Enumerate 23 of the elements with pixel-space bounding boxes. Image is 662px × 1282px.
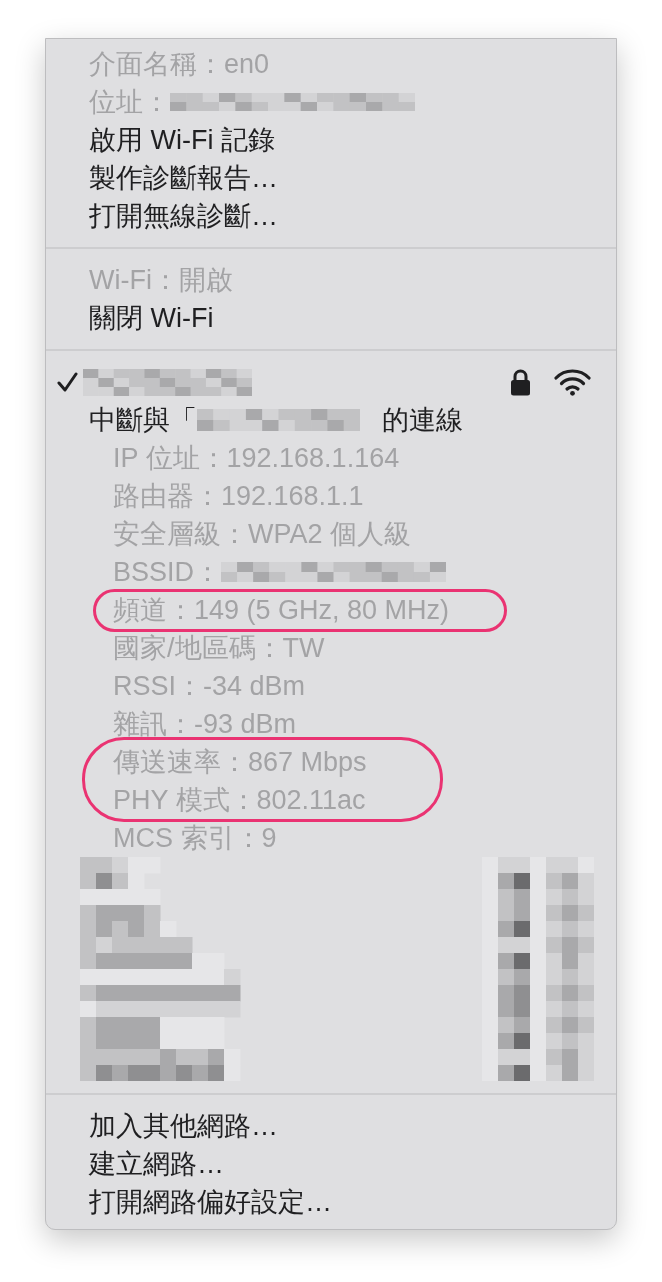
menu-info-text: RSSI：-34 dBm [113,672,306,700]
menu-info-text: MCS 索引：9 [113,824,277,852]
menu-item[interactable]: 製作診斷報告… [89,164,278,192]
menu-item[interactable]: 建立網路… [89,1150,224,1178]
menu-info-text: 頻道：149 (5 GHz, 80 MHz) [113,596,450,624]
menu-info-text: 位址： [89,88,170,116]
menu-item[interactable]: 關閉 Wi-Fi [89,304,214,332]
menu-info-text: 傳送速率：867 Mbps [113,748,367,776]
menu-info-text: BSSID： [113,558,222,586]
wifi-signal-icon [554,368,591,396]
menu-info-text: 安全層級：WPA2 個人級 [113,520,411,548]
menu-info-text: IP 位址：192.168.1.164 [113,444,400,472]
menu-info-text: 雜訊：-93 dBm [113,710,297,738]
menu-info-text: 介面名稱：en0 [89,50,270,78]
menu-item[interactable]: 打開無線診斷… [89,202,278,230]
menu-info-text: 路由器：192.168.1.1 [113,482,364,510]
menu-info-text: PHY 模式：802.11ac [113,786,366,814]
menu-item[interactable]: 中斷與「 的連線 [89,406,463,434]
menu-info-text: 國家/地區碼：TW [113,634,325,662]
menu-info-text: Wi-Fi：開啟 [89,266,233,294]
menu-item[interactable]: 啟用 Wi-Fi 記錄 [89,126,275,154]
menu-item[interactable]: 打開網路偏好設定… [89,1188,332,1216]
menu-item[interactable]: 加入其他網路… [89,1112,278,1140]
